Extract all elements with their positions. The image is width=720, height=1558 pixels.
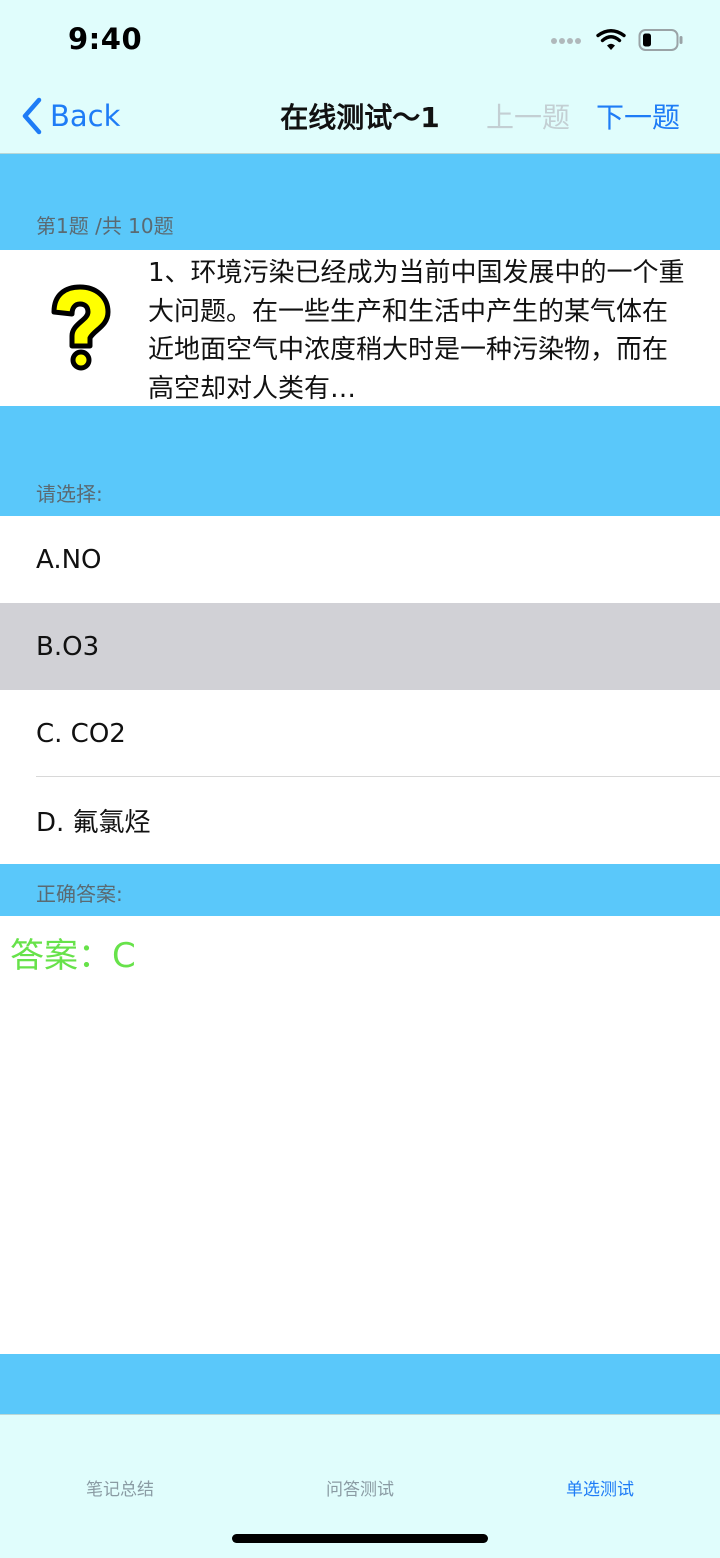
answer-header-band: 正确答案: xyxy=(0,864,720,916)
option-a[interactable]: A.NO xyxy=(0,516,720,603)
option-a-label: A.NO xyxy=(36,544,102,575)
question-text: 1、环境污染已经成为当前中国发展中的一个重大问题。在一些生产和生活中产生的某气体… xyxy=(148,258,685,404)
choices-header: 请选择: xyxy=(36,482,103,506)
question-counter-band: 第1题 /共 10题 xyxy=(0,154,720,250)
status-icons xyxy=(550,26,684,54)
wifi-icon xyxy=(596,29,626,50)
tab-notes-summary[interactable]: 笔记总结 xyxy=(0,1475,240,1500)
tab-single-choice-test[interactable]: 单选测试 xyxy=(480,1475,720,1500)
previous-question-button[interactable]: 上一题 xyxy=(486,96,570,136)
back-button[interactable]: Back xyxy=(20,94,120,138)
status-bar: 9:40 xyxy=(0,0,720,78)
status-time: 9:40 xyxy=(68,22,143,56)
option-b-label: B.O3 xyxy=(36,631,100,662)
option-b[interactable]: B.O3 xyxy=(0,603,720,690)
cellular-signal-icon xyxy=(551,38,581,44)
question-mark-icon xyxy=(51,284,111,371)
battery-icon xyxy=(638,29,683,51)
back-button-label: Back xyxy=(50,99,121,133)
answer-header: 正确答案: xyxy=(36,882,123,906)
option-c[interactable]: C. CO2 xyxy=(0,690,720,777)
choices-header-band: 请选择: xyxy=(0,406,720,516)
home-indicator xyxy=(232,1534,488,1543)
next-question-button[interactable]: 下一题 xyxy=(596,96,680,136)
option-d-label: D. 氟氯烃 xyxy=(36,808,151,838)
question-counter: 第1题 /共 10题 xyxy=(36,214,174,238)
navigation-bar: 在线测试～1 Back 上一题 下一题 xyxy=(0,78,720,154)
tab-qa-test[interactable]: 问答测试 xyxy=(240,1475,480,1500)
option-c-label: C. CO2 xyxy=(36,718,126,749)
correct-answer: 答案：C xyxy=(10,936,136,976)
bottom-band xyxy=(0,1354,720,1414)
option-d[interactable]: D. 氟氯烃 xyxy=(0,777,720,864)
chevron-left-icon xyxy=(22,97,42,135)
